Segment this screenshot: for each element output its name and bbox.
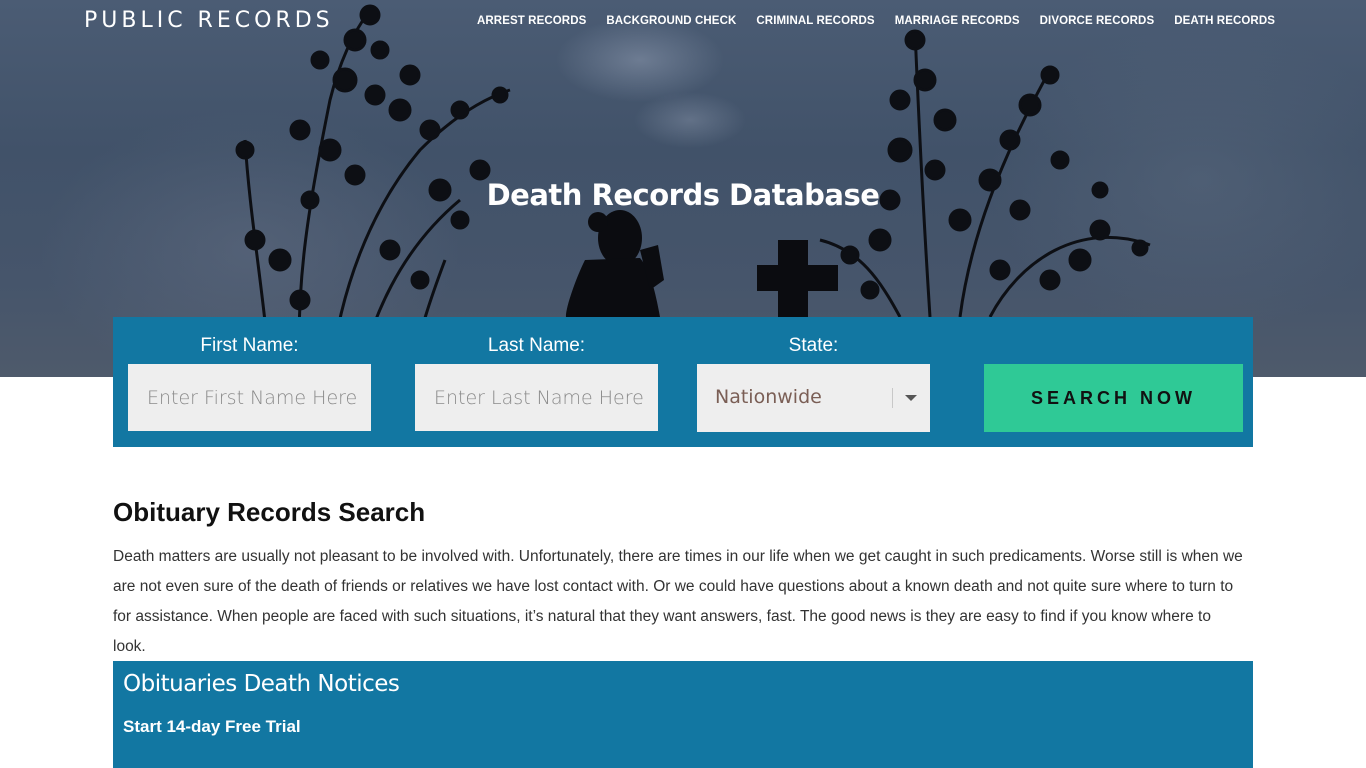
state-label: State: <box>788 335 839 356</box>
nav-background-check[interactable]: BACKGROUND CHECK <box>606 15 736 27</box>
nav-marriage-records[interactable]: MARRIAGE RECORDS <box>895 15 1020 27</box>
tree-silhouette-right <box>819 29 1151 318</box>
search-form: First Name: Last Name: State: Nationwide… <box>113 317 1253 447</box>
search-now-button[interactable]: SEARCH NOW <box>984 364 1243 432</box>
free-trial-link[interactable]: Start 14-day Free Trial <box>123 717 301 737</box>
obituaries-notice-box: Obituaries Death Notices Start 14-day Fr… <box>113 661 1253 768</box>
site-logo[interactable]: PUBLIC RECORDS <box>84 8 334 33</box>
state-selected-value: Nationwide <box>715 386 822 408</box>
praying-figure-silhouette <box>565 210 664 317</box>
last-name-input[interactable] <box>415 364 658 431</box>
select-separator <box>892 388 893 408</box>
notice-title: Obituaries Death Notices <box>123 671 400 697</box>
first-name-input[interactable] <box>128 364 371 431</box>
nav-criminal-records[interactable]: CRIMINAL RECORDS <box>756 15 874 27</box>
state-select[interactable]: Nationwide <box>697 364 930 432</box>
first-name-label: First Name: <box>200 335 299 356</box>
nav-death-records[interactable]: DEATH RECORDS <box>1174 15 1275 27</box>
section-title: Obituary Records Search <box>113 497 426 527</box>
intro-paragraph: Death matters are usually not pleasant t… <box>113 548 1243 655</box>
last-name-label: Last Name: <box>487 335 586 356</box>
nav-divorce-records[interactable]: DIVORCE RECORDS <box>1040 15 1155 27</box>
main-nav: ARREST RECORDS BACKGROUND CHECK CRIMINAL… <box>457 15 1275 27</box>
cross-silhouette <box>757 240 838 317</box>
chevron-down-icon[interactable] <box>905 395 917 401</box>
hero-title: Death Records Database <box>486 178 880 212</box>
nav-arrest-records[interactable]: ARREST RECORDS <box>477 15 586 27</box>
